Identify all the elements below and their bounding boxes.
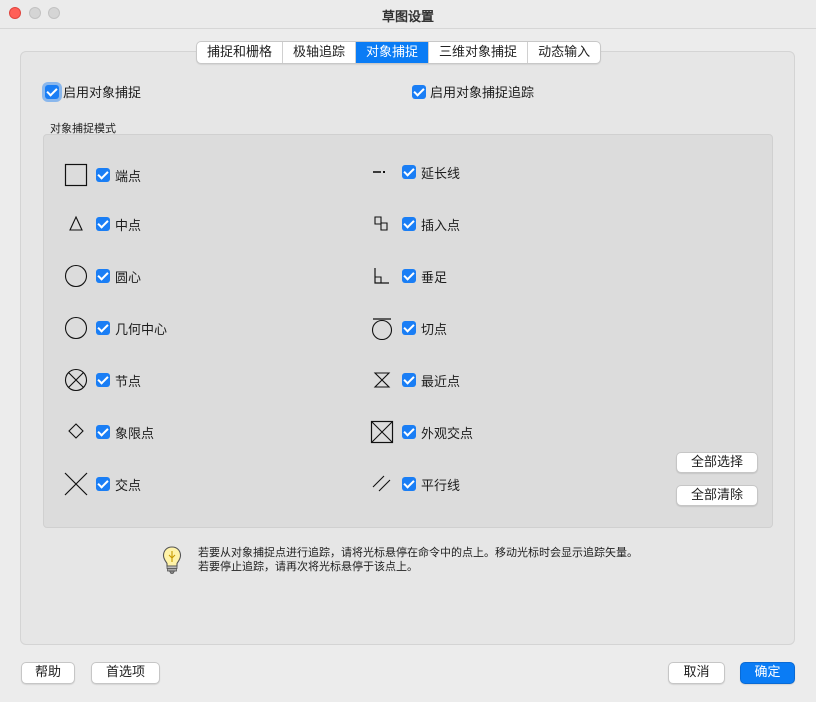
mode-midpoint[interactable]: 中点 [62,212,141,236]
apparent-intersection-icon [368,420,396,444]
node-icon [62,368,90,392]
mode-node[interactable]: 节点 [62,368,141,392]
geometric-center-label: 几何中心 [115,322,168,338]
tab-snap-grid[interactable]: 捕捉和栅格 [197,42,284,63]
enable-osnap-tracking-label: 启用对象捕捉追踪 [430,86,535,101]
center-circle-icon [62,264,90,288]
perpendicular-checkbox[interactable] [402,269,416,283]
node-label: 节点 [115,374,142,390]
tangent-icon [368,316,396,340]
mode-extension[interactable]: 延长线 [368,160,460,184]
enable-osnap-label: 启用对象捕捉 [63,86,142,101]
mode-nearest[interactable]: 最近点 [368,368,460,392]
parallel-label: 平行线 [421,478,461,494]
window-title: 草图设置 [381,10,434,25]
tangent-checkbox[interactable] [402,321,416,335]
mode-geometric-center[interactable]: 几何中心 [62,316,167,340]
midpoint-checkbox[interactable] [96,217,110,231]
hint-line-1: 若要从对象捕捉点进行追踪，请将光标悬停在命令中的点上。移动光标时会显示追踪矢量。 [198,546,638,559]
parallel-checkbox[interactable] [402,477,416,491]
midpoint-triangle-icon [62,212,90,236]
enable-osnap-tracking-option[interactable]: 启用对象捕捉追踪 [412,82,534,101]
perpendicular-icon [368,264,396,288]
enable-osnap-tracking-checkbox[interactable] [412,84,426,99]
apparent-intersection-label: 外观交点 [421,426,474,442]
tangent-label: 切点 [421,322,448,338]
tab-3d-object-snap[interactable]: 三维对象捕捉 [429,42,529,63]
apparent-intersection-checkbox[interactable] [402,425,416,439]
perpendicular-label: 垂足 [421,270,448,286]
tab-dynamic-input[interactable]: 动态输入 [528,42,600,63]
mode-parallel[interactable]: 平行线 [368,472,460,496]
ok-button[interactable]: 确定 [740,662,795,684]
help-button[interactable]: 帮助 [21,662,75,684]
endpoint-label: 端点 [115,169,142,185]
quadrant-label: 象限点 [115,426,155,442]
hint-line-2: 若要停止追踪，请再次将光标悬停于该点上。 [198,560,418,573]
parallel-icon [368,472,396,496]
intersection-x-icon [62,472,90,496]
preferences-button[interactable]: 首选项 [91,662,160,684]
mode-quadrant[interactable]: 象限点 [62,420,154,444]
mode-apparent-intersection[interactable]: 外观交点 [368,420,473,444]
cancel-button[interactable]: 取消 [668,662,725,684]
geometric-center-checkbox[interactable] [96,321,110,335]
nearest-checkbox[interactable] [402,373,416,387]
center-label: 圆心 [115,270,142,286]
nearest-label: 最近点 [421,374,461,390]
select-all-button[interactable]: 全部选择 [676,452,758,473]
geometric-center-icon [62,316,90,340]
mode-intersection[interactable]: 交点 [62,472,141,496]
nearest-hourglass-icon [368,368,396,392]
extension-checkbox[interactable] [402,165,416,179]
center-checkbox[interactable] [96,269,110,283]
node-checkbox[interactable] [96,373,110,387]
mode-perpendicular[interactable]: 垂足 [368,264,447,288]
insertion-label: 插入点 [421,218,461,234]
endpoint-square-icon [62,163,90,187]
quadrant-diamond-icon [62,420,90,444]
endpoint-checkbox[interactable] [96,168,110,182]
insertion-icon [368,212,396,236]
mode-endpoint[interactable]: 端点 [62,163,141,187]
tab-bar: 捕捉和栅格 极轴追踪 对象捕捉 三维对象捕捉 动态输入 [196,41,602,64]
clear-all-button[interactable]: 全部清除 [676,485,758,506]
mode-tangent[interactable]: 切点 [368,316,447,340]
intersection-label: 交点 [115,478,142,494]
insertion-checkbox[interactable] [402,217,416,231]
mode-insertion[interactable]: 插入点 [368,212,460,236]
midpoint-label: 中点 [115,218,142,234]
title-bar: 草图设置 [0,0,816,29]
extension-icon [368,160,396,184]
enable-osnap-option[interactable]: 启用对象捕捉 [45,82,141,101]
lightbulb-icon [162,546,182,580]
extension-label: 延长线 [421,166,461,182]
quadrant-checkbox[interactable] [96,425,110,439]
mode-center[interactable]: 圆心 [62,264,141,288]
tracking-hint: 若要从对象捕捉点进行追踪，请将光标悬停在命令中的点上。移动光标时会显示追踪矢量。… [162,546,638,580]
tab-object-snap[interactable]: 对象捕捉 [356,42,430,63]
tab-polar-tracking[interactable]: 极轴追踪 [283,42,357,63]
intersection-checkbox[interactable] [96,477,110,491]
enable-osnap-checkbox[interactable] [45,84,59,99]
